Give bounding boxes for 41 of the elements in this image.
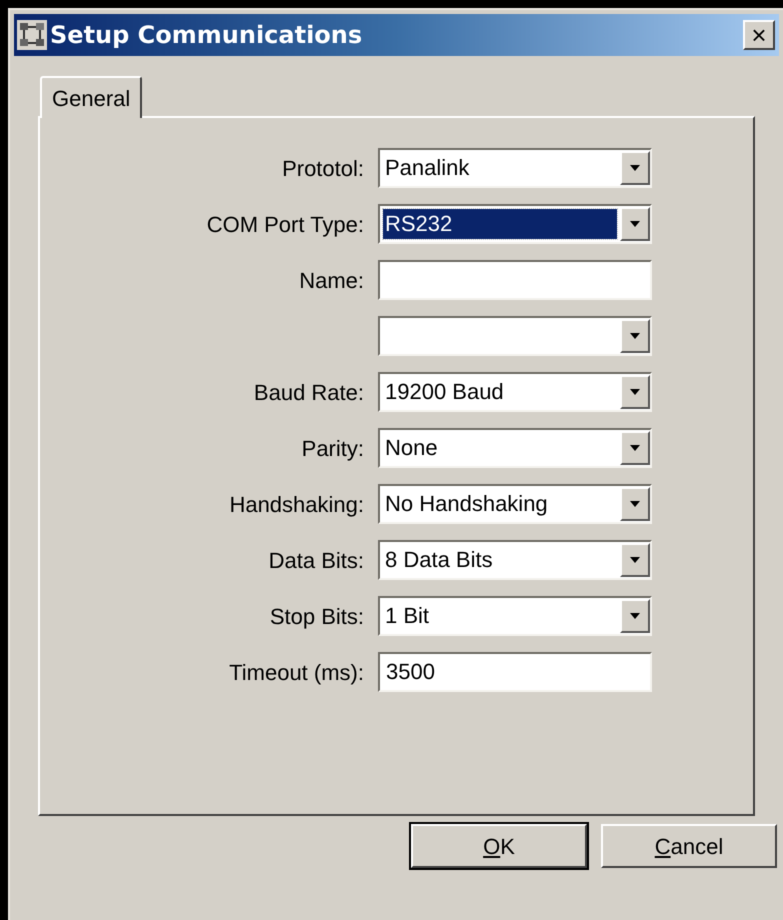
dropdown-button[interactable] bbox=[620, 599, 650, 633]
network-nodes-icon bbox=[16, 19, 48, 51]
text-field[interactable]: 3500 bbox=[378, 652, 652, 692]
dropdown[interactable]: No Handshaking bbox=[378, 484, 652, 524]
dropdown[interactable]: 1 Bit bbox=[378, 596, 652, 636]
field-label: Handshaking: bbox=[229, 490, 364, 519]
dropdown[interactable]: 19200 Baud bbox=[378, 372, 652, 412]
field-label: Baud Rate: bbox=[254, 378, 364, 406]
field-label: Prototol: bbox=[282, 154, 364, 182]
window-title: Setup Communications bbox=[50, 20, 364, 51]
dropdown[interactable]: RS232 bbox=[378, 204, 652, 244]
caret-icon bbox=[629, 500, 641, 508]
field-label: Parity: bbox=[302, 434, 364, 463]
field-label: Data Bits: bbox=[268, 546, 364, 574]
caret-icon bbox=[629, 164, 641, 172]
dropdown[interactable]: 8 Data Bits bbox=[378, 540, 652, 580]
field-label: Stop Bits: bbox=[270, 602, 364, 631]
caret-icon bbox=[629, 332, 641, 340]
dropdown-button[interactable] bbox=[620, 431, 650, 465]
dropdown-button[interactable] bbox=[620, 207, 650, 241]
dropdown-button[interactable] bbox=[620, 543, 650, 577]
field-label: COM Port Type: bbox=[206, 210, 364, 239]
dropdown-button[interactable] bbox=[620, 487, 650, 521]
caret-icon bbox=[629, 612, 641, 620]
caret-icon bbox=[629, 388, 641, 396]
tab[interactable]: General bbox=[40, 76, 142, 118]
field-label: Timeout (ms): bbox=[229, 658, 364, 686]
caret-icon bbox=[629, 444, 641, 452]
close-button[interactable]: × bbox=[743, 20, 775, 50]
dialog-button[interactable]: OK bbox=[411, 824, 587, 868]
field-label: Name: bbox=[299, 266, 364, 294]
dropdown[interactable]: Panalink bbox=[378, 148, 652, 188]
dropdown-button[interactable] bbox=[620, 375, 650, 409]
caret-icon bbox=[629, 556, 641, 564]
caret-icon bbox=[629, 220, 641, 228]
dropdown-button[interactable] bbox=[620, 319, 650, 353]
dropdown[interactable]: None bbox=[378, 428, 652, 468]
dialog-button[interactable]: Cancel bbox=[601, 824, 777, 868]
dropdown[interactable] bbox=[378, 316, 652, 356]
dropdown-button[interactable] bbox=[620, 151, 650, 185]
text-field[interactable] bbox=[378, 260, 652, 300]
